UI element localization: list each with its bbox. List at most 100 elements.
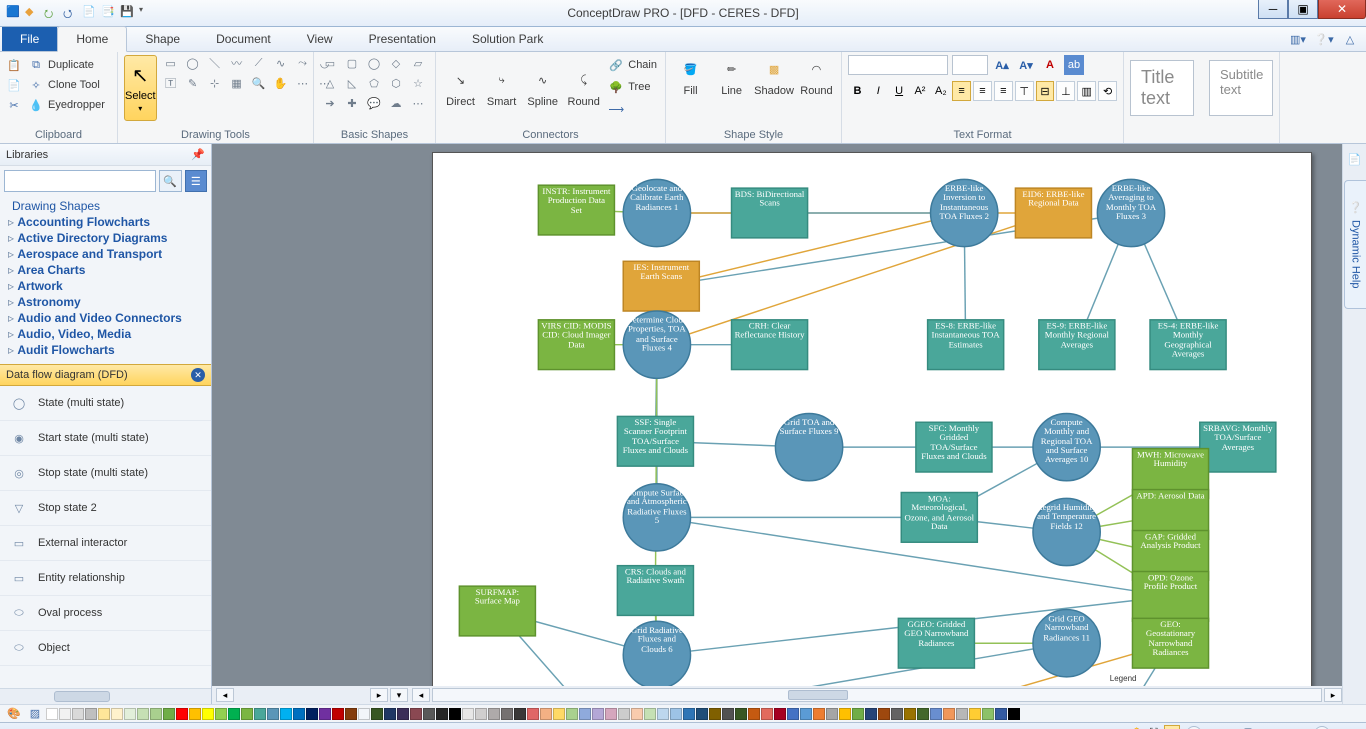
color-swatch[interactable] [592,708,604,720]
line-button[interactable]: ✏Line [713,55,750,97]
color-swatch[interactable] [566,708,578,720]
qa-dropdown-icon[interactable]: ▾ [139,5,155,21]
stencil-list[interactable]: ◯State (multi state) ◉Start state (multi… [0,386,211,688]
color-swatch[interactable] [72,708,84,720]
tool-pan-icon[interactable]: ✋ [271,75,291,91]
eyedropper-button[interactable]: 💧Eyedropper [26,95,107,115]
color-swatch[interactable] [618,708,630,720]
color-swatch[interactable] [1008,708,1020,720]
align-bottom-button[interactable]: ⊥ [1056,81,1075,101]
color-swatch[interactable] [696,708,708,720]
collapse-ribbon-icon[interactable]: △ [1342,31,1358,47]
color-swatch[interactable] [254,708,266,720]
color-swatch[interactable] [969,708,981,720]
color-swatch[interactable] [657,708,669,720]
tool-edit-icon[interactable]: ✎ [183,75,203,91]
color-swatch[interactable] [605,708,617,720]
color-swatch[interactable] [293,708,305,720]
library-item[interactable]: Audio and Video Connectors [6,310,205,326]
library-item[interactable]: Astronomy [6,294,205,310]
color-swatch[interactable] [436,708,448,720]
color-swatch[interactable] [982,708,994,720]
zoom-out-button[interactable]: − [1186,726,1202,729]
minimize-button[interactable]: ─ [1258,0,1288,19]
drawing-page[interactable]: INSTR: Instrument Production Data SetBDS… [432,152,1312,686]
paste-icon[interactable]: 📋 [6,57,22,73]
color-swatch[interactable] [826,708,838,720]
shape-star-icon[interactable]: ☆ [408,75,428,91]
color-swatch[interactable] [709,708,721,720]
close-stencil-icon[interactable]: ✕ [191,368,205,382]
qa-icon[interactable]: 📄 [82,5,98,21]
superscript-button[interactable]: A² [911,81,930,101]
shape-rtriangle-icon[interactable]: ◺ [342,75,362,91]
file-tab[interactable]: File [2,27,57,51]
align-center-button[interactable]: ≡ [973,81,992,101]
color-swatch[interactable] [124,708,136,720]
color-swatch[interactable] [397,708,409,720]
color-swatch[interactable] [943,708,955,720]
shape-triangle-icon[interactable]: △ [320,75,340,91]
align-right-button[interactable]: ≡ [994,81,1013,101]
rail-icon[interactable]: 📄 [1346,150,1364,168]
color-swatch[interactable] [891,708,903,720]
shape-cross-icon[interactable]: ✚ [342,95,362,111]
fill-button[interactable]: 🪣Fill [672,55,709,97]
close-button[interactable]: ✕ [1318,0,1366,19]
title-text-style[interactable]: Title text [1130,60,1194,116]
color-swatch[interactable] [449,708,461,720]
tool-connector-icon[interactable]: ⤳ [293,55,313,71]
qa-icon[interactable]: ◆ [25,5,41,21]
text-margin-button[interactable]: ▥ [1077,81,1096,101]
sheet-menu-button[interactable]: ▾ [390,688,408,702]
library-item[interactable]: Accounting Flowcharts [6,214,205,230]
qa-icon[interactable]: ⭯ [63,5,79,21]
shape-rect-icon[interactable]: ▭ [320,55,340,71]
align-left-button[interactable]: ≡ [952,81,971,101]
connector-tree-button[interactable]: 🌳Tree [606,77,659,97]
color-swatch[interactable] [501,708,513,720]
color-swatch[interactable] [241,708,253,720]
dynamic-help-tab[interactable]: ❔ Dynamic Help [1344,180,1366,309]
tab-solution-park[interactable]: Solution Park [454,27,561,51]
shape-arrow-icon[interactable]: ➔ [320,95,340,111]
tool-curve-icon[interactable]: 〰 [227,55,247,71]
color-swatch[interactable] [46,708,58,720]
color-swatch[interactable] [813,708,825,720]
color-swatch[interactable] [787,708,799,720]
color-swatch[interactable] [332,708,344,720]
color-swatch[interactable] [475,708,487,720]
tool-bezier-icon[interactable]: ∿ [271,55,291,71]
shape-cloud-icon[interactable]: ☁ [386,95,406,111]
color-swatch[interactable] [670,708,682,720]
copy-icon[interactable]: 📄 [6,77,22,93]
stencil-item[interactable]: ▭Entity relationship [0,561,211,596]
tool-group-icon[interactable]: ▦ [227,75,247,91]
search-button[interactable]: 🔍 [159,170,182,192]
color-swatch[interactable] [748,708,760,720]
color-swatch[interactable] [267,708,279,720]
color-swatch[interactable] [761,708,773,720]
color-swatch[interactable] [423,708,435,720]
color-swatch[interactable] [202,708,214,720]
select-tool-button[interactable]: ↖Select▾ [124,55,157,121]
shape-roundrect-icon[interactable]: ▢ [342,55,362,71]
align-top-button[interactable]: ⊤ [1015,81,1034,101]
connector-round-button[interactable]: ⤹Round [565,66,602,108]
subscript-button[interactable]: A₂ [931,81,950,101]
text-rotate-button[interactable]: ⟲ [1098,81,1117,101]
highlight-button[interactable]: ab [1064,55,1084,75]
shape-callout-icon[interactable]: 💬 [364,95,384,111]
color-swatch[interactable] [735,708,747,720]
sheet-next-button[interactable]: ▸ [370,688,388,702]
color-swatch[interactable] [553,708,565,720]
pin-icon[interactable]: 📌 [191,148,205,161]
shadow-button[interactable]: ▩Shadow [754,55,794,97]
color-swatch[interactable] [410,708,422,720]
font-family-select[interactable] [848,55,948,75]
connector-smart-button[interactable]: ⤷Smart [483,66,520,108]
color-swatch[interactable] [59,708,71,720]
color-picker-icon[interactable]: 🎨 [4,707,24,720]
library-item[interactable]: Artwork [6,278,205,294]
color-swatch[interactable] [137,708,149,720]
